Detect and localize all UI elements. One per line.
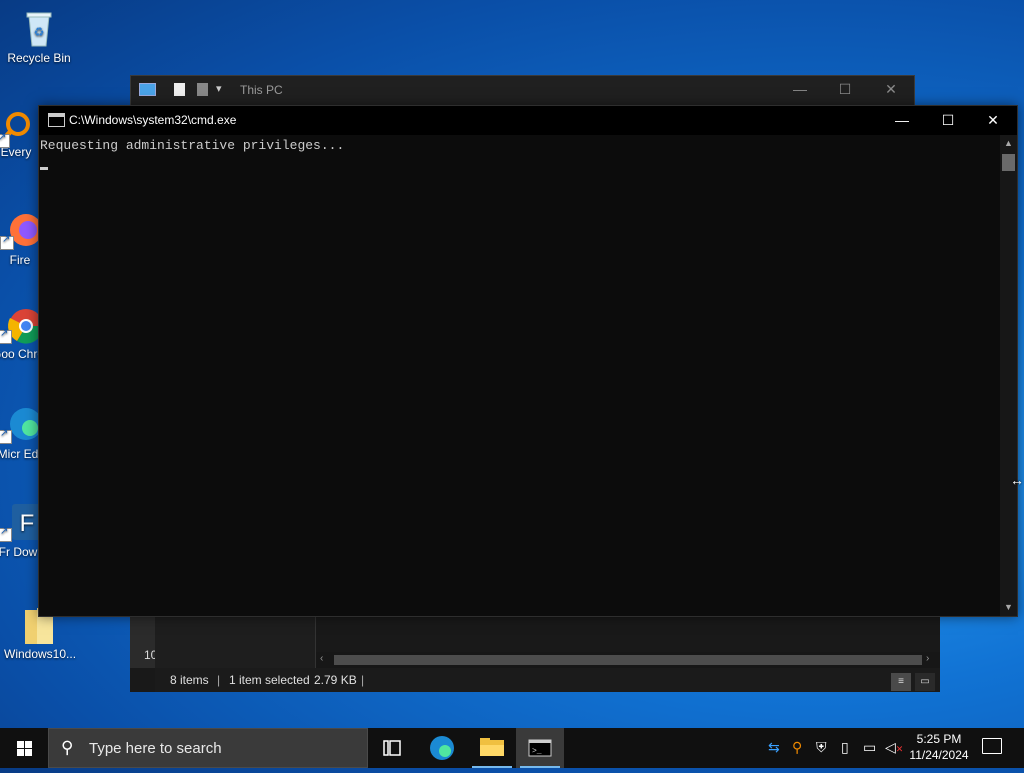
usb-device-icon[interactable]: ▯: [841, 739, 849, 756]
explorer-navigation-pane[interactable]: [155, 615, 316, 668]
svg-text:F: F: [20, 510, 35, 537]
scrollbar-thumb[interactable]: [1002, 154, 1015, 171]
explorer-close-button[interactable]: ✕: [876, 81, 906, 98]
cmd-minimize-button[interactable]: —: [879, 106, 925, 135]
shortcut-arrow-icon: [0, 132, 10, 148]
taskbar-clock[interactable]: 5:25 PM 11/24/2024: [900, 731, 978, 763]
explorer-left-strip: 10: [130, 615, 157, 668]
explorer-status-bar: 8 items | 1 item selected 2.79 KB | ≡ ▭: [155, 668, 940, 692]
explorer-horizontal-scrollbar[interactable]: ‹ ›: [316, 652, 940, 668]
scrollbar-thumb[interactable]: [334, 655, 922, 665]
firefox-icon: [0, 210, 42, 250]
action-center-icon[interactable]: [982, 738, 1002, 754]
windows-logo-icon: [17, 741, 32, 756]
scroll-up-icon[interactable]: ▲: [1004, 138, 1013, 148]
desktop-icon-label: Windows10...: [4, 647, 77, 661]
explorer-minimize-button[interactable]: —: [785, 81, 815, 97]
console-cursor-line: [40, 155, 1000, 173]
scroll-down-icon[interactable]: ▼: [1004, 602, 1013, 612]
taskbar: ⚲ Type here to search >_ ⇆ ⚲ ⛨ ▯ ▭ ◁✕ 5:…: [0, 728, 1024, 768]
taskbar-file-explorer-button[interactable]: [468, 728, 516, 768]
cmd-maximize-button[interactable]: ☐: [925, 106, 971, 135]
network-icon[interactable]: ▭: [863, 739, 876, 756]
security-shield-icon[interactable]: ⛨: [816, 739, 827, 756]
search-icon: ⚲: [61, 738, 74, 757]
taskbar-cmd-button[interactable]: >_: [516, 728, 564, 768]
cmd-icon: [48, 113, 65, 127]
folder-icon: [480, 738, 504, 756]
shortcut-arrow-icon: [0, 428, 12, 444]
shortcut-arrow-icon: [0, 526, 12, 542]
shortcut-arrow-icon: [0, 234, 14, 250]
properties-quick-access-icon[interactable]: [174, 83, 185, 96]
edge-icon: [430, 736, 454, 760]
cmd-window-title: C:\Windows\system32\cmd.exe: [69, 113, 237, 127]
recycle-bin-icon-shortcut[interactable]: ♻ Recycle Bin: [4, 8, 74, 65]
new-folder-quick-access-icon[interactable]: [197, 83, 208, 96]
scroll-left-icon[interactable]: ‹: [320, 653, 323, 664]
network-share-tray-icon[interactable]: ⇆: [768, 739, 780, 756]
status-selection: 1 item selected: [229, 673, 310, 687]
large-icons-view-button[interactable]: ▭: [915, 673, 935, 691]
everything-icon: [0, 108, 36, 148]
cmd-titlebar[interactable]: C:\Windows\system32\cmd.exe — ☐ ✕: [39, 106, 1017, 135]
shortcut-arrow-icon: [0, 328, 12, 344]
taskbar-edge-button[interactable]: [418, 728, 466, 768]
cmd-close-button[interactable]: ✕: [970, 106, 1016, 135]
desktop-icon-label: Recycle Bin: [7, 51, 71, 65]
svg-text:♻: ♻: [34, 25, 45, 39]
status-separator: |: [361, 673, 365, 687]
cmd-window[interactable]: C:\Windows\system32\cmd.exe — ☐ ✕ Reques…: [38, 105, 1018, 617]
explorer-window-titlebar[interactable]: ▾ This PC — ☐ ✕: [130, 75, 915, 107]
start-button[interactable]: [0, 728, 48, 768]
clock-time: 5:25 PM: [916, 732, 962, 746]
task-view-button[interactable]: [368, 728, 416, 768]
details-view-button[interactable]: ≡: [891, 673, 911, 691]
scroll-right-icon[interactable]: ›: [926, 653, 929, 664]
console-line: Requesting administrative privileges...: [40, 138, 345, 153]
resize-cursor-icon: ↔: [1010, 472, 1024, 488]
clock-date: 11/24/2024: [909, 748, 969, 762]
explorer-window-title: This PC: [240, 83, 283, 97]
recycle-bin-icon: ♻: [19, 8, 59, 48]
chrome-icon: [0, 304, 44, 344]
text-cursor: [40, 167, 48, 170]
cmd-vertical-scrollbar[interactable]: ▲ ▼: [1000, 135, 1017, 616]
search-placeholder: Type here to search: [89, 740, 222, 757]
status-size: 2.79 KB: [314, 673, 357, 687]
status-item-count: 8 items: [170, 673, 209, 687]
explorer-maximize-button[interactable]: ☐: [830, 81, 860, 98]
free-download-manager-icon: F: [0, 502, 42, 542]
customize-quick-access-icon[interactable]: ▾: [216, 82, 222, 95]
everything-tray-icon[interactable]: ⚲: [792, 739, 802, 756]
taskbar-search-box[interactable]: ⚲ Type here to search: [48, 728, 368, 768]
cmd-icon: >_: [528, 739, 552, 757]
edge-icon: [0, 404, 42, 444]
cmd-console-output[interactable]: Requesting administrative privileges...: [39, 135, 1000, 618]
this-pc-icon: [139, 83, 156, 96]
task-view-icon: [383, 740, 401, 756]
explorer-window-lower: 10 ‹ › 8 items | 1 item selected 2.79 KB…: [130, 615, 940, 692]
svg-text:>_: >_: [532, 747, 542, 756]
status-separator: |: [217, 673, 221, 687]
